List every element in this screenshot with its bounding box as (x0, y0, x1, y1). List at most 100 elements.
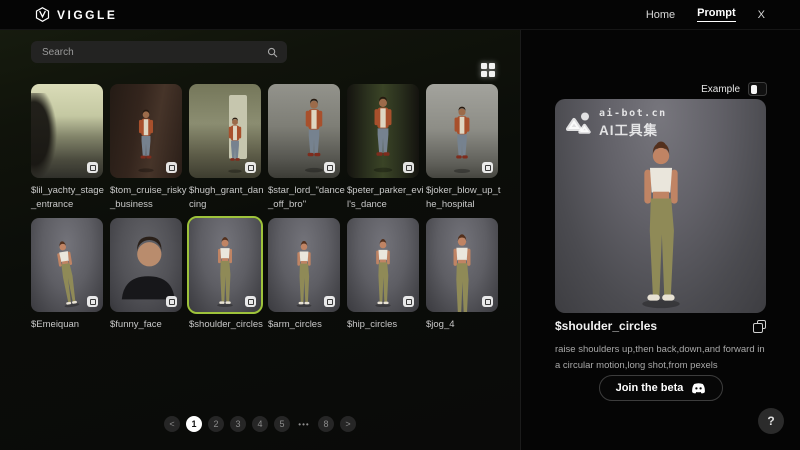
video-thumbnail[interactable] (268, 218, 340, 312)
watermark-url: ai-bot.cn (599, 108, 667, 119)
pagination-page-8[interactable]: 8 (318, 416, 334, 432)
copy-icon[interactable] (324, 296, 335, 307)
prompt-title-row: $shoulder_circles (555, 319, 766, 333)
brand-name: VIGGLE (57, 8, 117, 22)
example-row: Example (521, 82, 800, 96)
character-figure (627, 139, 695, 309)
copy-icon[interactable] (166, 162, 177, 173)
viggle-logo[interactable]: VIGGLE (35, 7, 117, 22)
example-video-preview[interactable]: ai-bot.cn AI工具集 (555, 99, 766, 313)
dancer-figure (211, 236, 240, 307)
video-thumbnail[interactable] (347, 218, 419, 312)
prompt-description: raise shoulders up,then back,down,and fo… (555, 342, 768, 373)
video-thumbnail[interactable] (110, 218, 182, 312)
example-label: Example (701, 84, 740, 95)
gallery-item-selected[interactable]: $shoulder_circles (189, 218, 268, 332)
man-bust-figure (113, 225, 179, 308)
pagination-page-1[interactable]: 1 (186, 416, 202, 432)
help-button[interactable]: ? (758, 408, 784, 434)
dancer-figure (445, 233, 480, 312)
pagination-next[interactable]: > (340, 416, 356, 432)
dancer-figure (133, 109, 159, 173)
copy-icon[interactable] (482, 162, 493, 173)
nav-link-prompt[interactable]: Prompt (697, 7, 736, 22)
gallery-item[interactable]: $tom_cruise_risky_business (110, 84, 189, 212)
gallery-item[interactable]: $star_lord_"dance_off_bro" (268, 84, 347, 212)
gallery-item[interactable]: $funny_face (110, 218, 189, 332)
video-thumbnail[interactable] (31, 84, 103, 178)
grid-view-icon[interactable] (481, 63, 496, 78)
pagination-page-5[interactable]: 5 (274, 416, 290, 432)
join-beta-button[interactable]: Join the beta (599, 375, 724, 401)
gallery-item-label: $hugh_grant_dancing (189, 184, 267, 212)
video-thumbnail[interactable] (268, 84, 340, 178)
dancer-figure (48, 238, 86, 309)
video-thumbnail-selected[interactable] (189, 218, 261, 312)
prompt-title: $shoulder_circles (555, 319, 657, 333)
gallery-item[interactable]: $hugh_grant_dancing (189, 84, 268, 212)
copy-icon[interactable] (166, 296, 177, 307)
video-thumbnail[interactable] (110, 84, 182, 178)
ai-bot-logo-icon (565, 112, 592, 135)
search-icon[interactable] (267, 47, 278, 58)
dancer-figure (224, 117, 247, 173)
copy-icon[interactable] (403, 162, 414, 173)
gallery-item-label: $tom_cruise_risky_business (110, 184, 188, 212)
copy-icon[interactable] (245, 162, 256, 173)
watermark-text: ai-bot.cn AI工具集 (599, 108, 667, 139)
copy-icon[interactable] (324, 162, 335, 173)
gallery-item[interactable]: $lil_yachty_stage_entrance (31, 84, 110, 212)
copy-icon[interactable] (87, 296, 98, 307)
copy-icon[interactable] (87, 162, 98, 173)
pagination-page-4[interactable]: 4 (252, 416, 268, 432)
gallery-item-label: $joker_blow_up_the_hospital (426, 184, 504, 212)
gallery-item[interactable]: $peter_parker_evil's_dance (347, 84, 426, 212)
join-beta-label: Join the beta (616, 382, 684, 394)
video-thumbnail[interactable] (189, 84, 261, 178)
pagination-prev[interactable]: < (164, 416, 180, 432)
pagination: < 1 2 3 4 5 ••• 8 > (0, 416, 520, 432)
example-toggle-icon[interactable] (748, 82, 767, 96)
gallery-panel: $lil_yachty_stage_entrance $tom_cruise_r… (0, 30, 520, 450)
search-bar[interactable] (31, 41, 287, 63)
gallery-item[interactable]: $Emeiquan (31, 218, 110, 332)
pagination-page-3[interactable]: 3 (230, 416, 246, 432)
gallery-item-label: $star_lord_"dance_off_bro" (268, 184, 346, 212)
gallery-item-label: $peter_parker_evil's_dance (347, 184, 425, 212)
copy-icon[interactable] (403, 296, 414, 307)
nav-links: Home Prompt X (646, 7, 765, 22)
gallery-item-label: $hip_circles (347, 318, 425, 332)
top-navbar: VIGGLE Home Prompt X (0, 0, 800, 30)
video-thumbnail[interactable] (31, 218, 103, 312)
pagination-page-2[interactable]: 2 (208, 416, 224, 432)
gallery-item[interactable]: $jog_4 (426, 218, 505, 332)
gallery-item[interactable]: $arm_circles (268, 218, 347, 332)
discord-icon (691, 383, 706, 394)
gallery-item-label: $shoulder_circles (189, 318, 267, 332)
gallery-item-label: $lil_yachty_stage_entrance (31, 184, 109, 212)
gallery-item-label: $jog_4 (426, 318, 504, 332)
watermark-cn: AI工具集 (599, 119, 667, 139)
pagination-ellipsis: ••• (296, 416, 312, 432)
gallery-item[interactable]: $hip_circles (347, 218, 426, 332)
copy-prompt-icon[interactable] (753, 320, 766, 333)
copy-icon[interactable] (245, 296, 256, 307)
video-thumbnail[interactable] (426, 84, 498, 178)
dancer-figure (448, 106, 476, 174)
watermark: ai-bot.cn AI工具集 (565, 108, 667, 139)
nav-link-home[interactable]: Home (646, 9, 675, 21)
gallery-item-label: $Emeiquan (31, 318, 109, 332)
nav-link-x[interactable]: X (758, 9, 765, 21)
viggle-app: VIGGLE Home Prompt X $lil_yachty_stage_e… (0, 0, 800, 450)
gallery-item[interactable]: $joker_blow_up_the_hospital (426, 84, 505, 212)
video-thumbnail[interactable] (347, 84, 419, 178)
gallery-item-label: $funny_face (110, 318, 188, 332)
gallery-item-label: $arm_circles (268, 318, 346, 332)
copy-icon[interactable] (482, 296, 493, 307)
dancer-figure (369, 238, 397, 308)
search-input[interactable] (40, 46, 267, 59)
detail-panel: Example ai-bot.cn AI工具集 $shoulder_circle… (520, 30, 800, 450)
dancer-figure (290, 240, 318, 308)
video-thumbnail[interactable] (426, 218, 498, 312)
cta-row: Join the beta (521, 375, 800, 401)
